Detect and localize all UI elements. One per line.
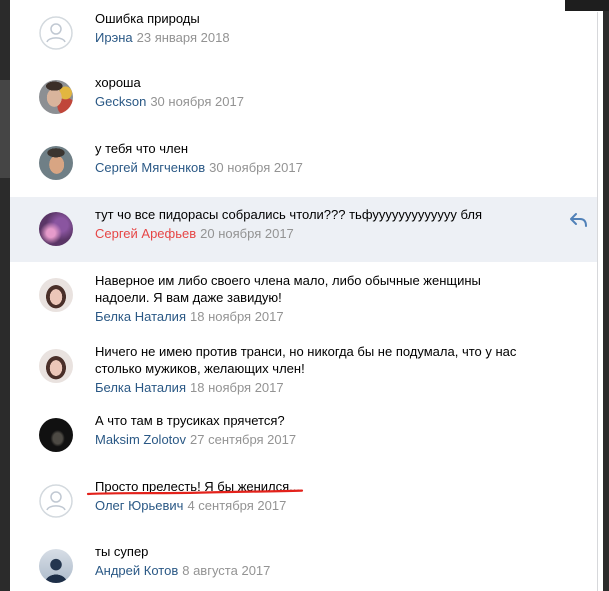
author-link[interactable]: Белка Наталия [95, 309, 186, 324]
comment-text: Наверное им либо своего члена мало, либо… [95, 273, 481, 288]
comment: Наверное им либо своего члена мало, либо… [10, 263, 597, 325]
author-link[interactable]: Ирэна [95, 30, 133, 45]
author-link[interactable]: Geckson [95, 94, 146, 109]
comment-date[interactable]: 20 ноября 2017 [200, 226, 294, 241]
author-link[interactable]: Сергей Арефьев [95, 226, 196, 241]
window-edge [565, 0, 609, 11]
comment-date[interactable]: 30 ноября 2017 [209, 160, 303, 175]
comment: у тебя что член Сергей Мягченков 30 ноябр… [10, 131, 597, 187]
avatar[interactable] [39, 278, 73, 312]
avatar[interactable] [39, 80, 73, 114]
author-link[interactable]: Maksim Zolotov [95, 432, 186, 447]
comment-date[interactable]: 8 августа 2017 [182, 563, 270, 578]
reply-icon [570, 213, 587, 227]
author-link[interactable]: Белка Наталия [95, 380, 186, 395]
avatar[interactable] [39, 549, 73, 583]
comment-text: А что там в трусиках прячется? [95, 413, 285, 428]
person-placeholder-icon [39, 16, 73, 50]
comment: А что там в трусиках прячется? Maksim Zo… [10, 403, 597, 459]
comment: Ничего не имею против транси, но никогда… [10, 334, 597, 396]
avatar[interactable] [39, 484, 73, 518]
comment-date[interactable]: 18 ноября 2017 [190, 380, 284, 395]
comment-text: у тебя что член [95, 141, 189, 156]
comment-text: тут чо все пидорасы собрались чтоли??? т… [95, 207, 482, 222]
comment-text: Ошибка природы [95, 11, 200, 26]
avatar[interactable] [39, 146, 73, 180]
comment-text: ты супер [95, 544, 149, 559]
avatar[interactable] [39, 418, 73, 452]
author-link[interactable]: Андрей Котов [95, 563, 178, 578]
comment-text: Ничего не имею против транси, но никогда… [95, 344, 517, 359]
author-link[interactable]: Сергей Мягченков [95, 160, 205, 175]
avatar[interactable] [39, 212, 73, 246]
comments-panel: Ошибка природы Ирэна 23 января 2018 хорош… [10, 0, 603, 591]
comment-date[interactable]: 27 сентября 2017 [190, 432, 296, 447]
comment-text: столько мужиков, желающих член! [95, 361, 305, 376]
person-placeholder-icon [39, 484, 73, 518]
reply-button[interactable] [569, 212, 588, 228]
avatar[interactable] [39, 349, 73, 383]
comment: ты супер Андрей Котов 8 августа 2017 [10, 534, 597, 590]
author-link[interactable]: Олег Юрьевич [95, 498, 183, 513]
comment: Просто прелесть! Я бы женился... Олег Юр… [10, 469, 597, 525]
comment-date[interactable]: 18 ноября 2017 [190, 309, 284, 324]
comment-text: хороша [95, 75, 141, 90]
comment-date[interactable]: 4 сентября 2017 [187, 498, 286, 513]
comment: хороша Geckson 30 ноября 2017 [10, 65, 597, 121]
comment-text: Просто прелесть! Я бы женился... [95, 479, 301, 494]
comment: Ошибка природы Ирэна 23 января 2018 [10, 1, 597, 57]
comment-highlighted: тут чо все пидорасы собрались чтоли??? т… [10, 197, 597, 262]
comment-date[interactable]: 23 января 2018 [137, 30, 230, 45]
scrollbar-track[interactable] [597, 12, 598, 591]
background-edge [0, 80, 10, 178]
comment-text: надоели. Я вам даже завидую! [95, 290, 282, 305]
avatar[interactable] [39, 16, 73, 50]
comment-date[interactable]: 30 ноября 2017 [150, 94, 244, 109]
